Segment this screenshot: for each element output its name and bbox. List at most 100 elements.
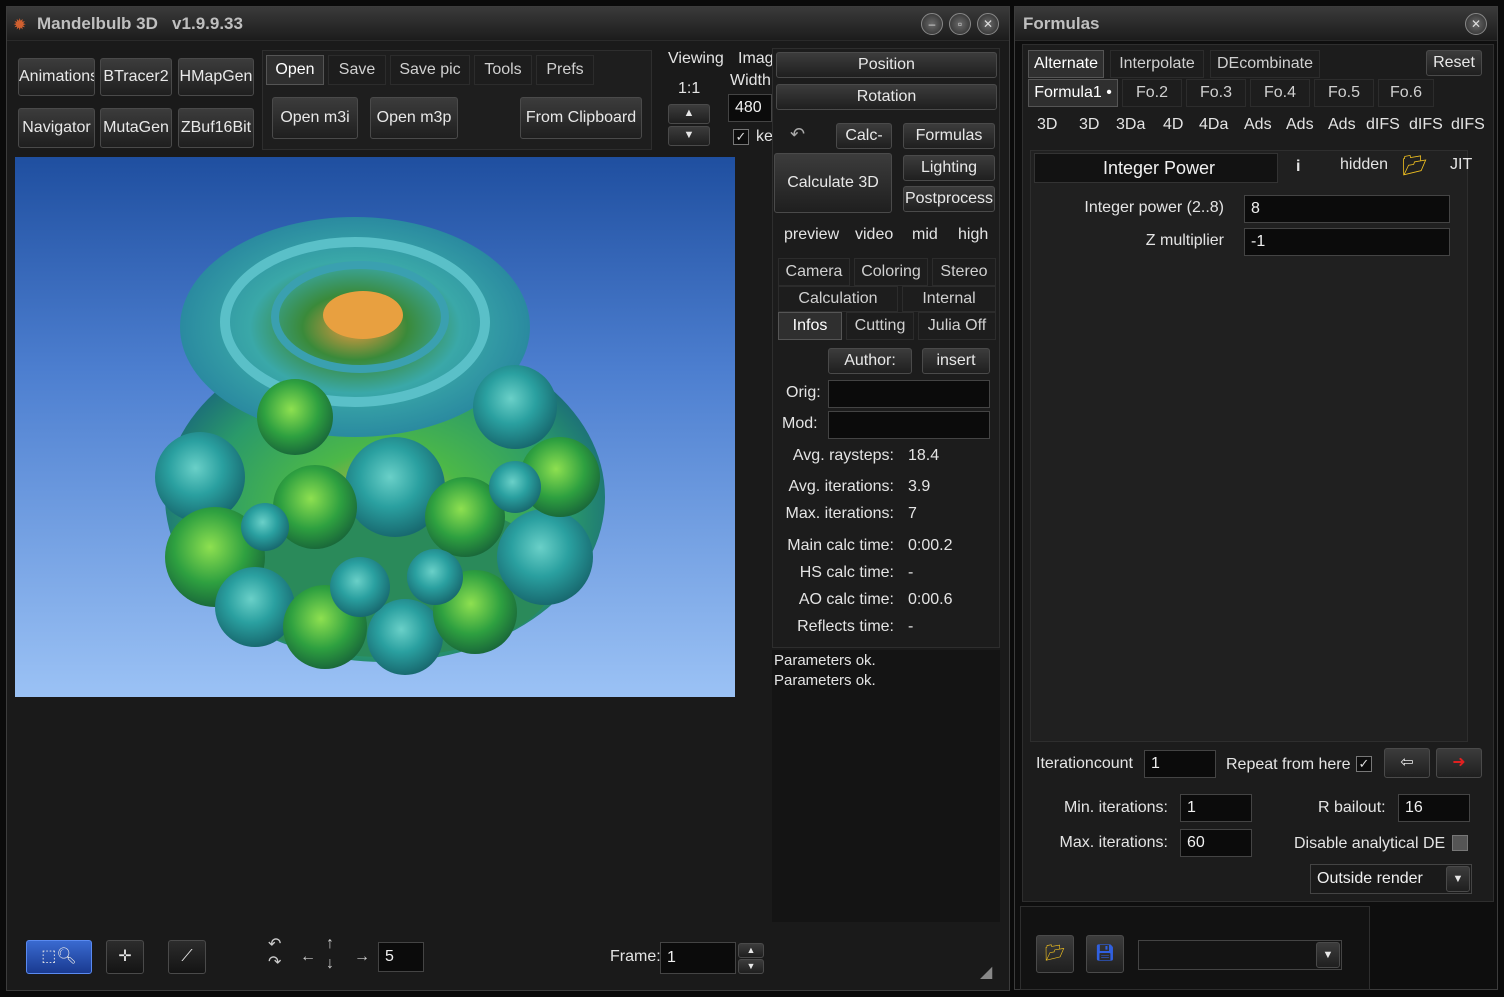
tab-julia-off[interactable]: Julia Off	[918, 312, 996, 340]
tab-infos[interactable]: Infos	[778, 312, 842, 340]
dim-label[interactable]: 3Da	[1116, 116, 1145, 134]
orig-input[interactable]	[828, 380, 990, 408]
rotate-arrows-icon[interactable]: ↶ ↷	[268, 936, 281, 972]
tab-formula1[interactable]: Formula1 •	[1028, 79, 1118, 107]
dim-label[interactable]: Ads	[1286, 116, 1314, 134]
insert-formula-button[interactable]: ⇦	[1384, 748, 1430, 778]
dim-label[interactable]: dIFS	[1409, 116, 1443, 134]
step-input[interactable]: 5	[378, 942, 424, 972]
viewing-down-button[interactable]: ▼	[668, 126, 710, 146]
tab-fo2[interactable]: Fo.2	[1122, 79, 1182, 107]
tab-interpolate[interactable]: Interpolate	[1110, 50, 1204, 78]
dim-label[interactable]: Ads	[1244, 116, 1272, 134]
dim-label[interactable]: Ads	[1328, 116, 1356, 134]
viewing-up-button[interactable]: ▲	[668, 104, 710, 124]
formulas-titlebar[interactable]: Formulas ✕	[1015, 7, 1497, 41]
r-bailout-input[interactable]: 16	[1398, 794, 1470, 822]
tab-open[interactable]: Open	[266, 55, 324, 85]
formula-preset-select[interactable]	[1138, 940, 1342, 970]
rotation-button[interactable]: Rotation	[776, 84, 997, 110]
outside-render-dropdown-icon[interactable]: ▼	[1446, 866, 1470, 892]
width-input[interactable]: 480	[728, 94, 772, 122]
delete-formula-button[interactable]: ➜	[1436, 748, 1482, 778]
dim-label[interactable]: dIFS	[1451, 116, 1485, 134]
minimize-icon[interactable]: –	[921, 13, 943, 35]
param-input[interactable]: 8	[1244, 195, 1450, 223]
fractal-render-image[interactable]	[15, 157, 735, 697]
maximize-icon[interactable]: ▫	[949, 13, 971, 35]
tab-fo5[interactable]: Fo.5	[1314, 79, 1374, 107]
tab-stereo[interactable]: Stereo	[932, 258, 996, 286]
mutagen-button[interactable]: MutaGen	[100, 108, 172, 148]
select-zoom-tool-button[interactable]: ⬚🔍︎	[26, 940, 92, 974]
min-iterations-input[interactable]: 1	[1180, 794, 1252, 822]
right-arrow-icon[interactable]: →	[354, 948, 370, 966]
frame-up-button[interactable]: ▲	[738, 943, 764, 958]
btracer2-button[interactable]: BTracer2	[100, 58, 172, 96]
calc-minus-button[interactable]: Calc-	[836, 123, 892, 149]
max-iterations-input[interactable]: 60	[1180, 829, 1252, 857]
navigator-button[interactable]: Navigator	[18, 108, 95, 148]
main-titlebar[interactable]: ✹ Mandelbulb 3D v1.9.9.33 – ▫ ✕	[7, 7, 1009, 41]
dim-label[interactable]: 3D	[1079, 116, 1099, 134]
jit-label[interactable]: JIT	[1450, 156, 1472, 174]
repeat-from-here-checkbox[interactable]: ✓	[1356, 756, 1372, 772]
lighting-button[interactable]: Lighting	[903, 155, 995, 181]
tab-camera[interactable]: Camera	[778, 258, 850, 286]
tab-cutting[interactable]: Cutting	[846, 312, 914, 340]
position-button[interactable]: Position	[776, 52, 997, 78]
mod-input[interactable]	[828, 411, 990, 439]
dim-label[interactable]: 3D	[1037, 116, 1057, 134]
dim-label[interactable]: dIFS	[1366, 116, 1400, 134]
formula-preset-dropdown-icon[interactable]: ▼	[1316, 942, 1340, 968]
formulas-button[interactable]: Formulas	[903, 123, 995, 149]
close-icon[interactable]: ✕	[977, 13, 999, 35]
reset-button[interactable]: Reset	[1426, 50, 1482, 76]
animations-button[interactable]: Animations	[18, 58, 95, 96]
tab-decombinate[interactable]: DEcombinate	[1210, 50, 1320, 78]
brush-tool-button[interactable]: ⟋	[168, 940, 206, 974]
hidden-label[interactable]: hidden	[1340, 156, 1388, 174]
save-formula-file-button[interactable]: 💾︎	[1086, 935, 1124, 973]
close-icon[interactable]: ✕	[1465, 13, 1487, 35]
tab-internal[interactable]: Internal	[902, 286, 996, 312]
tab-save-pic[interactable]: Save pic	[390, 55, 470, 85]
tab-calculation[interactable]: Calculation	[778, 286, 898, 312]
tab-fo4[interactable]: Fo.4	[1250, 79, 1310, 107]
frame-down-button[interactable]: ▼	[738, 959, 764, 974]
dim-label[interactable]: 4D	[1163, 116, 1183, 134]
left-arrow-icon[interactable]: ←	[300, 948, 316, 966]
tab-prefs[interactable]: Prefs	[536, 55, 594, 85]
quality-preview[interactable]: preview	[784, 226, 839, 244]
tab-save[interactable]: Save	[328, 55, 386, 85]
tab-fo6[interactable]: Fo.6	[1378, 79, 1434, 107]
folder-open-icon[interactable]: 📂︎	[1402, 153, 1427, 178]
undo-icon[interactable]: ↶	[790, 124, 805, 145]
param-input[interactable]: -1	[1244, 228, 1450, 256]
updown-arrows-icon[interactable]: ↑ ↓	[326, 934, 334, 974]
formula-name-field[interactable]: Integer Power	[1034, 153, 1278, 183]
calculate-3d-button[interactable]: Calculate 3D	[774, 153, 892, 213]
postprocess-button[interactable]: Postprocess	[903, 186, 995, 212]
quality-high[interactable]: high	[958, 226, 988, 244]
tab-fo3[interactable]: Fo.3	[1186, 79, 1246, 107]
iterationcount-input[interactable]: 1	[1144, 750, 1216, 778]
open-m3p-button[interactable]: Open m3p	[370, 97, 458, 139]
disable-analytical-de-checkbox[interactable]	[1452, 835, 1468, 851]
open-m3i-button[interactable]: Open m3i	[272, 97, 358, 139]
hmapgen-button[interactable]: HMapGen	[178, 58, 254, 96]
keep-aspect-checkbox[interactable]: ✓	[733, 129, 749, 145]
tab-coloring[interactable]: Coloring	[854, 258, 928, 286]
resize-grip-icon[interactable]: ◢	[980, 962, 992, 982]
tab-tools[interactable]: Tools	[474, 55, 532, 85]
frame-input[interactable]: 1	[660, 942, 736, 974]
info-icon[interactable]: i	[1296, 158, 1300, 176]
insert-button[interactable]: insert	[922, 348, 990, 374]
from-clipboard-button[interactable]: From Clipboard	[520, 97, 642, 139]
zbuf16bit-button[interactable]: ZBuf16Bit	[178, 108, 254, 148]
tab-alternate[interactable]: Alternate	[1028, 50, 1104, 78]
quality-video[interactable]: video	[855, 226, 893, 244]
author-button[interactable]: Author:	[828, 348, 912, 374]
quality-mid[interactable]: mid	[912, 226, 938, 244]
move-tool-button[interactable]: ✛	[106, 940, 144, 974]
